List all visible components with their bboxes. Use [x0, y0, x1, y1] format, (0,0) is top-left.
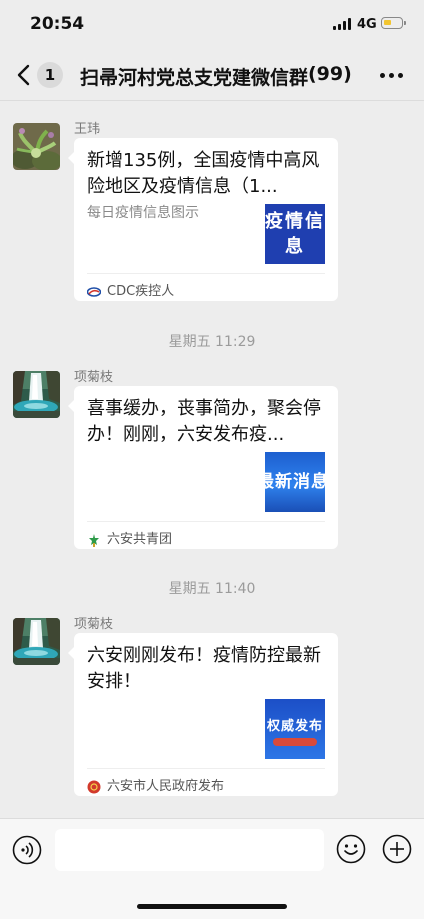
member-count: (99)	[308, 63, 352, 85]
plant-avatar-icon[interactable]	[13, 123, 60, 170]
thumbnail-text: 疫情信息	[265, 211, 325, 257]
article-card[interactable]: 六安刚刚发布！疫情防控最新安排！ 权威发布 六安市人民政府发布	[68, 633, 338, 796]
plus-icon[interactable]	[382, 834, 412, 864]
cdc-logo-icon	[87, 286, 101, 297]
government-logo-icon	[87, 780, 101, 793]
article-card[interactable]: 喜事缓办，丧事简办，聚会停办！刚刚，六安发布疫... 最新消息 六安共青团	[68, 386, 338, 549]
status-bar: 20:54 4G	[0, 0, 424, 50]
emoji-icon[interactable]	[336, 834, 366, 864]
youth-league-logo-icon	[89, 533, 99, 547]
sender-name: 项菊枝	[74, 617, 114, 632]
unread-count-badge[interactable]: 1	[37, 62, 63, 88]
article-description: 每日疫情信息图示	[87, 205, 199, 221]
source-name: CDC疾控人	[107, 284, 175, 299]
source-name: 六安共青团	[107, 532, 173, 547]
source-name: 六安市人民政府发布	[107, 779, 225, 794]
article-title: 新增135例，全国疫情中高风险地区及疫情信息（1...	[87, 150, 320, 197]
message-input[interactable]	[55, 829, 324, 871]
thumbnail-badge	[273, 738, 317, 746]
sender-name: 项菊枝	[74, 370, 114, 385]
waterfall-avatar-icon[interactable]	[13, 618, 60, 665]
card-divider	[87, 768, 325, 769]
article-source: 六安共青团	[87, 528, 172, 547]
status-time: 20:54	[30, 14, 85, 34]
battery-icon	[381, 17, 406, 29]
message-timestamp: 星期五 11:29	[168, 334, 256, 350]
message-timestamp: 星期五 11:40	[168, 581, 256, 597]
signal-icon	[333, 18, 353, 30]
article-source: CDC疾控人	[87, 280, 174, 299]
article-title: 六安刚刚发布！疫情防控最新安排！	[87, 645, 321, 692]
network-type: 4G	[357, 17, 377, 32]
article-title: 喜事缓办，丧事简办，聚会停办！刚刚，六安发布疫...	[87, 398, 321, 445]
article-source: 六安市人民政府发布	[87, 775, 224, 794]
card-divider	[87, 273, 325, 274]
chat-header: 1 扫帚河村党总支党建微信群 (99)	[0, 50, 424, 101]
home-indicator[interactable]	[137, 904, 287, 909]
article-thumbnail: 权威发布	[265, 699, 325, 759]
card-divider	[87, 521, 325, 522]
article-thumbnail: 最新消息	[265, 452, 325, 512]
sender-name: 王玮	[74, 122, 101, 137]
thumbnail-text: 最新消息	[265, 472, 325, 492]
waterfall-avatar-icon[interactable]	[13, 371, 60, 418]
article-thumbnail: 疫情信息	[265, 204, 325, 264]
voice-input-icon[interactable]	[12, 835, 42, 865]
back-icon[interactable]	[14, 62, 36, 88]
more-options-icon[interactable]	[380, 73, 404, 78]
article-card[interactable]: 新增135例，全国疫情中高风险地区及疫情信息（1... 每日疫情信息图示 疫情信…	[68, 138, 338, 301]
thumbnail-text: 权威发布	[266, 719, 323, 734]
